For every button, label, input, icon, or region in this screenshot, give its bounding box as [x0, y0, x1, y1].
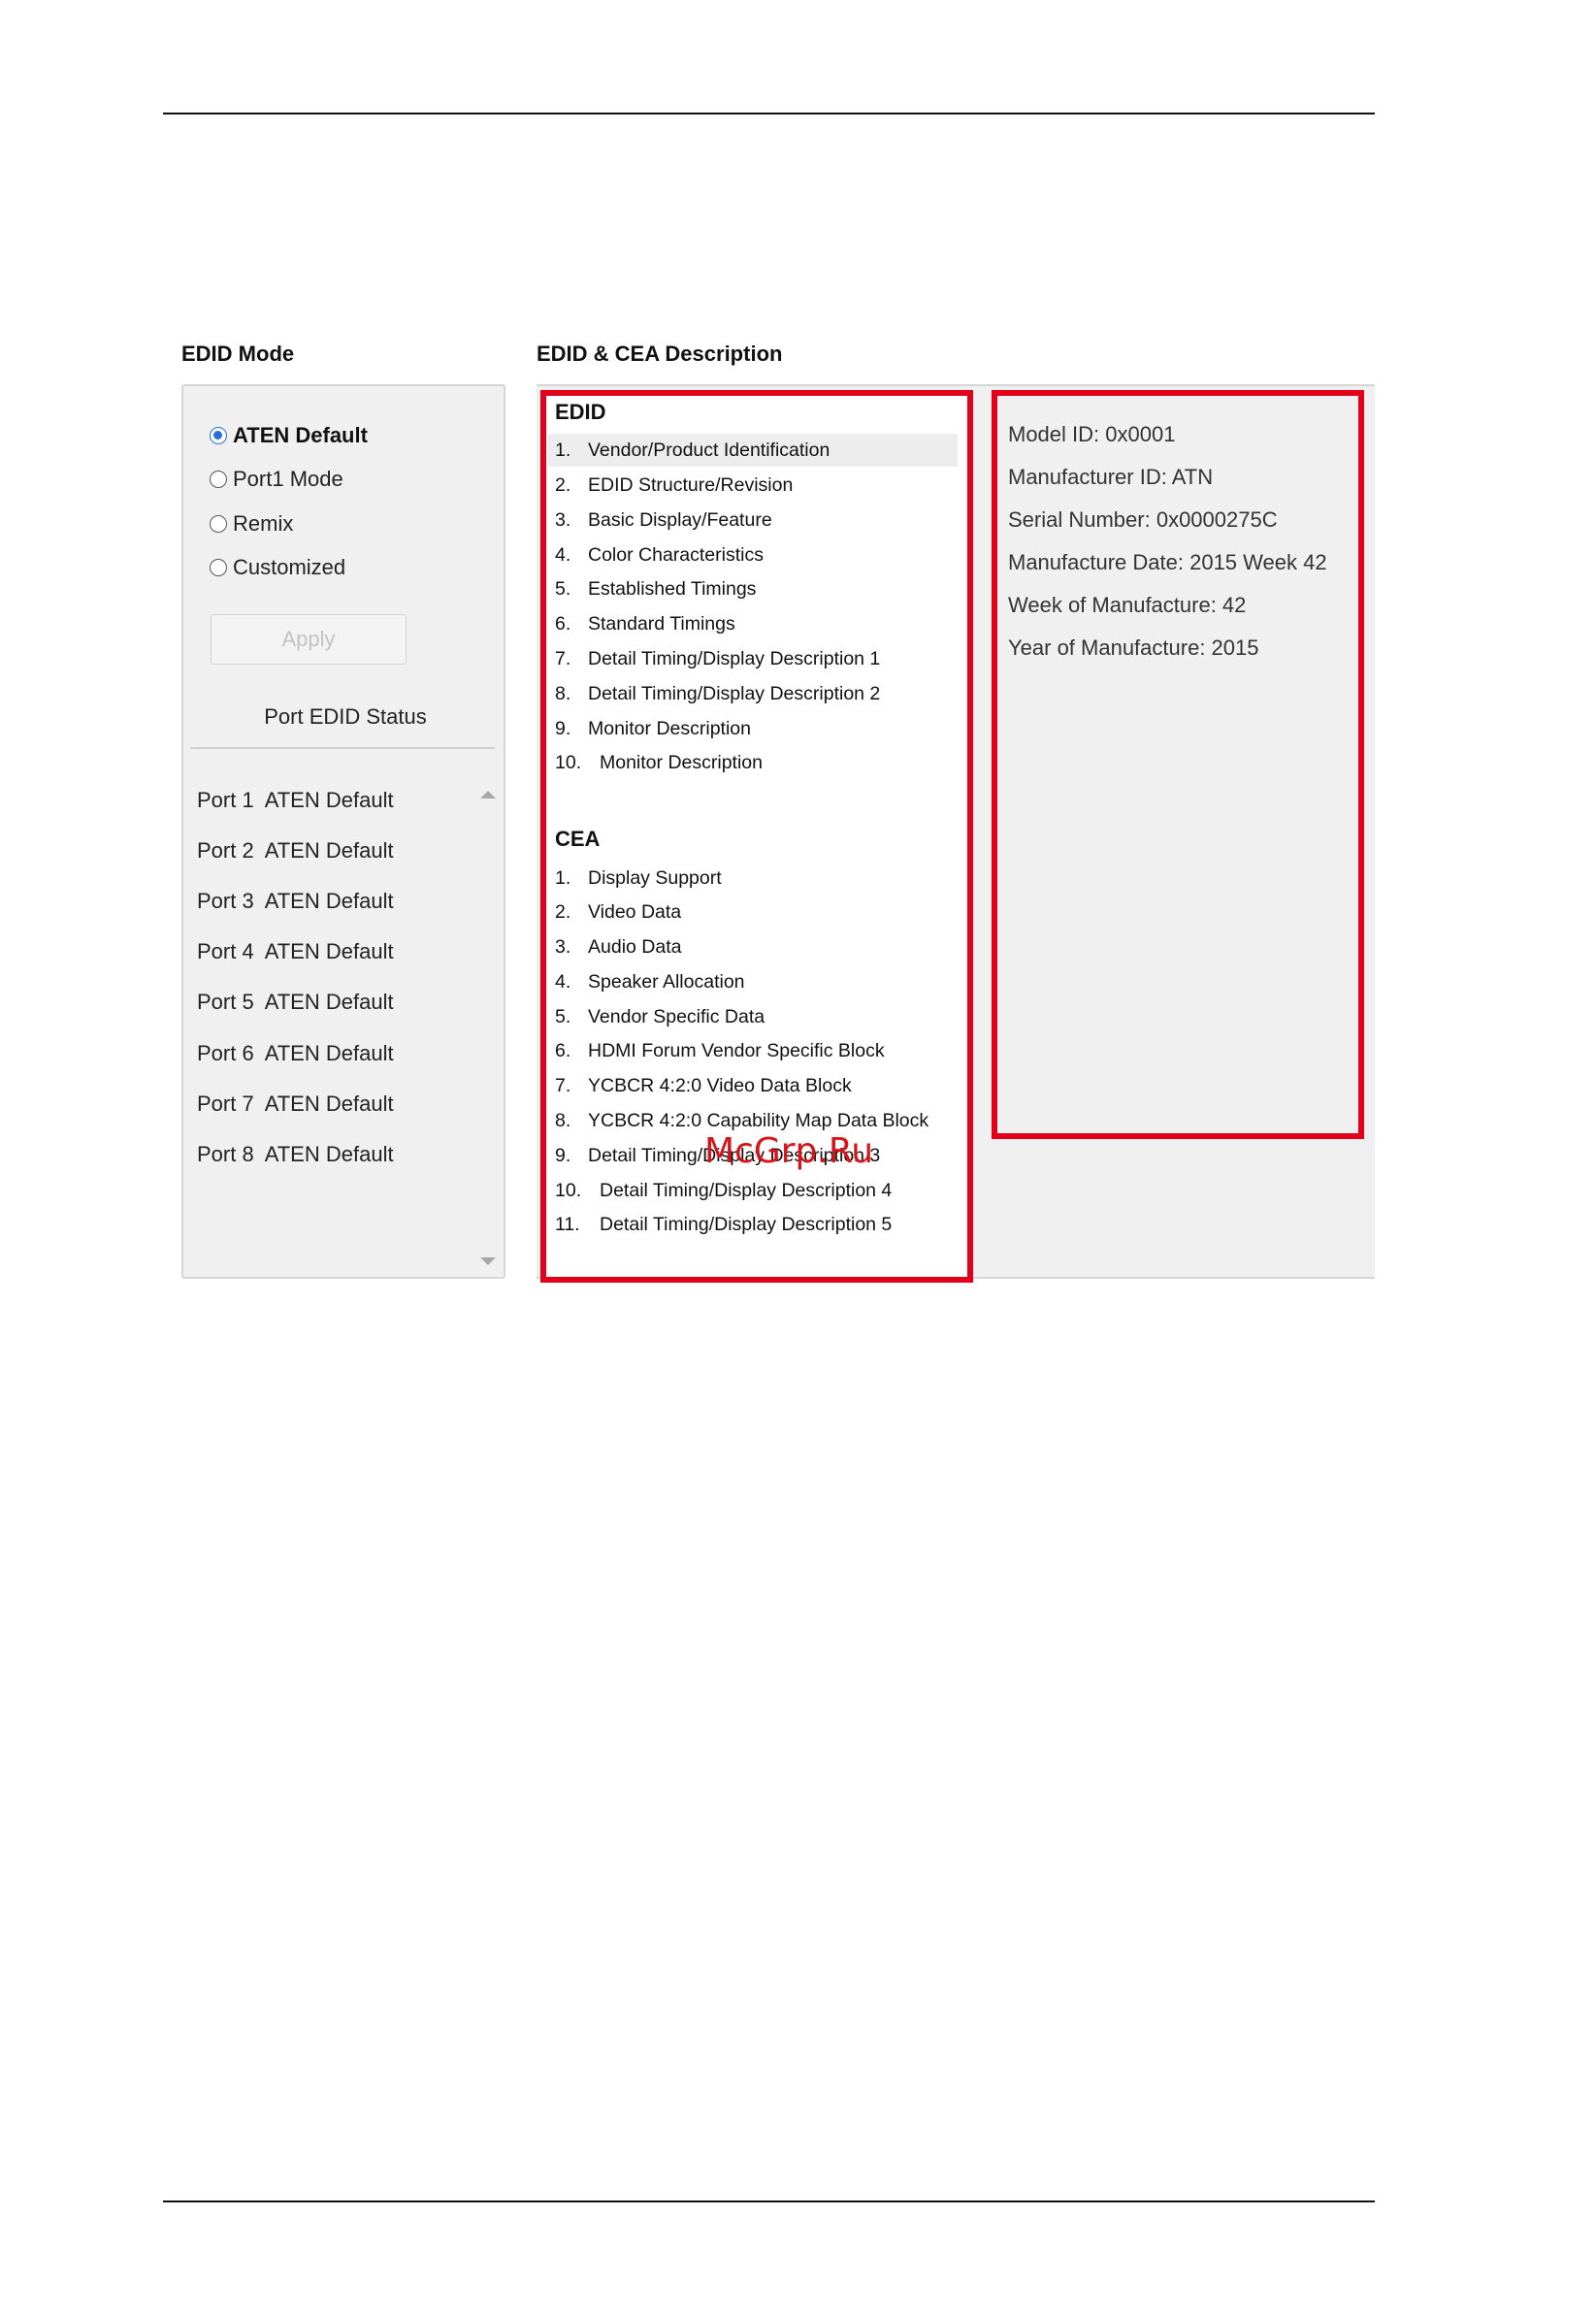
cea-group-title: CEA — [555, 827, 601, 851]
info-serial-number: Serial Number: 0x0000275C — [1008, 507, 1278, 532]
radio-option-port1-mode[interactable]: Port1 Mode — [210, 465, 343, 494]
top-rule — [163, 113, 1375, 114]
edid-list-item[interactable]: 9. Monitor Description — [548, 712, 958, 745]
cea-list-item[interactable]: 4. Speaker Allocation — [548, 965, 958, 998]
apply-button[interactable]: Apply — [211, 614, 407, 665]
radio-label: Port1 Mode — [233, 467, 343, 491]
port-status-row: Port 6 ATEN Default — [197, 1041, 394, 1065]
status-divider — [190, 747, 495, 749]
cea-list-item[interactable]: 11. Detail Timing/Display Description 5 — [548, 1208, 958, 1241]
port-status-row: Port 1 ATEN Default — [197, 788, 394, 812]
radio-label: Remix — [233, 511, 294, 536]
edid-mode-panel: ATEN Default Port1 Mode Remix Customized… — [181, 384, 505, 1279]
radio-button[interactable] — [210, 471, 227, 488]
info-year-of-manufacture: Year of Manufacture: 2015 — [1008, 636, 1259, 660]
edid-list-item[interactable]: 4. Color Characteristics — [548, 538, 958, 571]
cea-list-item[interactable]: 10. Detail Timing/Display Description 4 — [548, 1174, 958, 1207]
cea-list-item[interactable]: 3. Audio Data — [548, 930, 958, 963]
cea-list-item[interactable]: 5. Vendor Specific Data — [548, 1000, 958, 1033]
edid-list-item[interactable]: 7. Detail Timing/Display Description 1 — [548, 642, 958, 675]
watermark: McGrp.Ru — [704, 1131, 874, 1171]
cea-list-item[interactable]: 7. YCBCR 4:2:0 Video Data Block — [548, 1069, 958, 1102]
edid-list-item[interactable]: 3. Basic Display/Feature — [548, 504, 958, 537]
cea-list-item[interactable]: 1. Display Support — [548, 862, 958, 895]
radio-label: ATEN Default — [233, 423, 368, 447]
radio-option-customized[interactable]: Customized — [210, 553, 345, 582]
cea-list-item[interactable]: 6. HDMI Forum Vendor Specific Block — [548, 1034, 958, 1067]
edid-list-item[interactable]: 6. Standard Timings — [548, 607, 958, 640]
edid-detail-info-box: Model ID: 0x0001 Manufacturer ID: ATN Se… — [992, 390, 1364, 1139]
edid-list-item[interactable]: 5. Established Timings — [548, 572, 958, 605]
info-manufacture-date: Manufacture Date: 2015 Week 42 — [1008, 550, 1327, 574]
radio-option-aten-default[interactable]: ATEN Default — [210, 421, 368, 450]
port-status-row: Port 2 ATEN Default — [197, 838, 394, 863]
bottom-rule — [163, 2200, 1375, 2202]
edid-list-item[interactable]: 8. Detail Timing/Display Description 2 — [548, 677, 958, 710]
scroll-up-icon[interactable] — [480, 791, 496, 798]
edid-group-title: EDID — [555, 400, 606, 424]
edid-mode-title: EDID Mode — [181, 342, 295, 366]
info-manufacturer-id: Manufacturer ID: ATN — [1008, 465, 1214, 489]
port-status-row: Port 4 ATEN Default — [197, 939, 394, 963]
radio-label: Customized — [233, 555, 346, 579]
radio-button[interactable] — [210, 559, 227, 576]
port-status-row: Port 5 ATEN Default — [197, 990, 394, 1014]
edid-list-item[interactable]: 10. Monitor Description — [548, 746, 958, 779]
edid-list-item[interactable]: 2. EDID Structure/Revision — [548, 469, 958, 502]
radio-button[interactable] — [210, 427, 227, 444]
info-model-id: Model ID: 0x0001 — [1008, 422, 1176, 446]
cea-list-item[interactable]: 2. Video Data — [548, 896, 958, 929]
radio-button[interactable] — [210, 515, 227, 533]
info-week-of-manufacture: Week of Manufacture: 42 — [1008, 593, 1247, 617]
port-status-row: Port 8 ATEN Default — [197, 1142, 394, 1166]
radio-option-remix[interactable]: Remix — [210, 509, 293, 538]
edid-list-item[interactable]: 1. Vendor/Product Identification — [548, 434, 958, 467]
port-status-row: Port 7 ATEN Default — [197, 1092, 394, 1116]
scroll-down-icon[interactable] — [480, 1257, 496, 1265]
edid-cea-description-title: EDID & CEA Description — [537, 342, 783, 366]
port-status-row: Port 3 ATEN Default — [197, 889, 394, 913]
port-edid-status-title: Port EDID Status — [264, 704, 427, 729]
